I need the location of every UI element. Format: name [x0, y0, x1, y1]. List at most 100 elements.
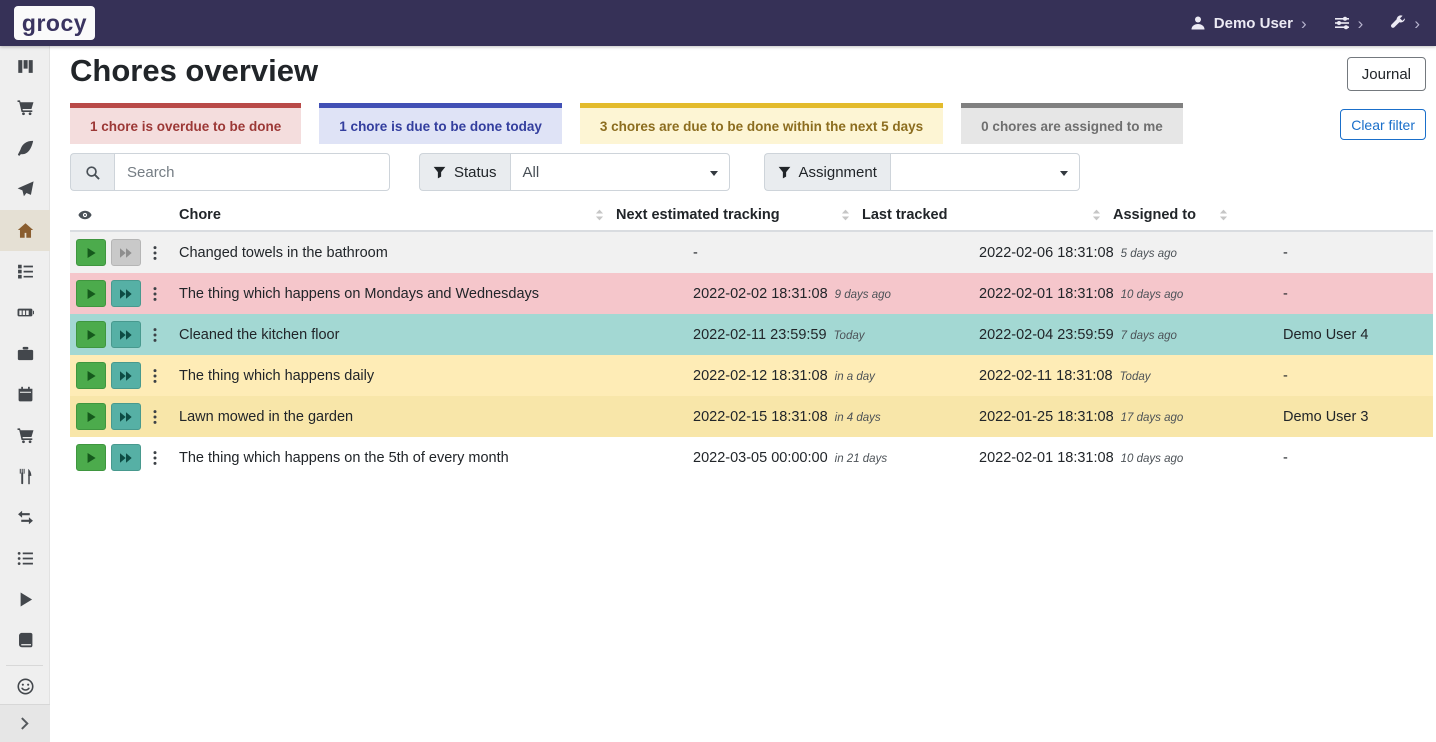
chore-name: Lawn mowed in the garden: [179, 409, 693, 425]
sidebar: [0, 46, 50, 742]
chore-menu-button[interactable]: [146, 321, 164, 348]
skip-button[interactable]: [111, 403, 141, 430]
chore-menu-button[interactable]: [146, 239, 164, 266]
last-tracked-cell: 2022-02-06 18:31:085 days ago: [979, 245, 1283, 261]
ellipsis-vertical-icon: [153, 368, 157, 384]
battery-icon: [17, 304, 34, 321]
filter-bar: Status All Assignment: [70, 153, 1080, 191]
search-group: [70, 153, 390, 191]
skip-button[interactable]: [111, 444, 141, 471]
sidebar-item-transfer[interactable]: [0, 497, 50, 538]
chore-menu-button[interactable]: [146, 444, 164, 471]
sidebar-item-meal-plan[interactable]: [0, 169, 50, 210]
clear-filter-button[interactable]: Clear filter: [1340, 109, 1426, 140]
sidebar-item-consume[interactable]: [0, 456, 50, 497]
sidebar-item-batteries[interactable]: [0, 292, 50, 333]
next-tracking-cell: 2022-02-02 18:31:089 days ago: [693, 286, 979, 302]
row-controls: [70, 362, 179, 389]
search-input[interactable]: [114, 153, 390, 191]
assigned-to-value: -: [1283, 245, 1433, 261]
book-icon: [17, 632, 34, 649]
sidebar-item-inventory[interactable]: [0, 538, 50, 579]
next-tracking-relative: in a day: [835, 371, 875, 383]
next-tracking-relative: 9 days ago: [835, 289, 891, 301]
track-execution-button[interactable]: [76, 444, 106, 471]
sort-icon: [1092, 209, 1101, 222]
assigned-to-value: -: [1283, 368, 1433, 384]
skip-button[interactable]: [111, 321, 141, 348]
sliders-icon: [1334, 15, 1350, 31]
paper-plane-icon: [17, 181, 34, 198]
settings-menu[interactable]: ›: [1334, 15, 1364, 32]
banner-due-soon[interactable]: 3 chores are due to be done within the n…: [580, 103, 943, 144]
assignment-filter-group: Assignment: [764, 153, 1080, 191]
chore-name: Changed towels in the bathroom: [179, 245, 693, 261]
last-tracked-value: 2022-02-04 23:59:59: [979, 327, 1114, 343]
list-icon: [17, 550, 34, 567]
status-filter-label: Status: [419, 153, 510, 191]
sidebar-collapse-toggle[interactable]: [0, 704, 50, 742]
skip-button[interactable]: [111, 239, 141, 266]
admin-menu[interactable]: ›: [1390, 15, 1420, 32]
play-icon: [85, 288, 97, 300]
ellipsis-vertical-icon: [153, 409, 157, 425]
next-tracking-value: -: [693, 245, 698, 261]
track-execution-button[interactable]: [76, 280, 106, 307]
sidebar-item-recipes[interactable]: [0, 128, 50, 169]
col-header-assigned-to[interactable]: Assigned to: [1113, 207, 1240, 223]
banner-overdue[interactable]: 1 chore is overdue to be done: [70, 103, 301, 144]
col-header-next-label: Next estimated tracking: [616, 207, 780, 223]
assignment-select[interactable]: [890, 153, 1080, 191]
skip-button[interactable]: [111, 362, 141, 389]
sidebar-item-tasks[interactable]: [0, 251, 50, 292]
play-icon: [85, 370, 97, 382]
col-header-last-tracked[interactable]: Last tracked: [862, 207, 1113, 223]
banner-due-today[interactable]: 1 chore is due to be done today: [319, 103, 562, 144]
search-icon: [85, 165, 100, 180]
track-execution-button[interactable]: [76, 403, 106, 430]
track-execution-button[interactable]: [76, 321, 106, 348]
track-execution-button[interactable]: [76, 362, 106, 389]
col-header-last-label: Last tracked: [862, 207, 947, 223]
page-title: Chores overview: [70, 53, 318, 89]
sidebar-item-chore-tracking[interactable]: [0, 579, 50, 620]
chore-menu-button[interactable]: [146, 280, 164, 307]
next-tracking-cell: 2022-03-05 00:00:00in 21 days: [693, 450, 979, 466]
status-select[interactable]: All: [510, 153, 730, 191]
sidebar-item-user-settings[interactable]: [0, 666, 50, 707]
skip-button[interactable]: [111, 280, 141, 307]
utensils-icon: [17, 468, 34, 485]
grocy-logo[interactable]: grocy: [14, 6, 95, 40]
user-menu[interactable]: Demo User ›: [1190, 15, 1307, 32]
fast-forward-icon: [119, 370, 133, 382]
col-header-assigned-label: Assigned to: [1113, 207, 1196, 223]
chevron-right-icon: ›: [1301, 15, 1307, 32]
chore-menu-button[interactable]: [146, 403, 164, 430]
chore-menu-button[interactable]: [146, 362, 164, 389]
column-visibility-header[interactable]: [70, 208, 179, 222]
sidebar-item-battery-tracking[interactable]: [0, 620, 50, 661]
search-addon: [70, 153, 114, 191]
journal-button[interactable]: Journal: [1347, 57, 1426, 91]
fast-forward-icon: [119, 329, 133, 341]
sidebar-item-calendar[interactable]: [0, 374, 50, 415]
col-header-next-tracking[interactable]: Next estimated tracking: [616, 207, 862, 223]
fast-forward-icon: [119, 452, 133, 464]
sidebar-item-shopping-list[interactable]: [0, 87, 50, 128]
play-icon: [85, 411, 97, 423]
caret-down-icon: [710, 171, 718, 176]
track-execution-button[interactable]: [76, 239, 106, 266]
sidebar-item-stock-overview[interactable]: [0, 46, 50, 87]
next-tracking-value: 2022-02-15 18:31:08: [693, 409, 828, 425]
ellipsis-vertical-icon: [153, 327, 157, 343]
sidebar-item-purchase[interactable]: [0, 415, 50, 456]
sidebar-item-chores-overview[interactable]: [0, 210, 50, 251]
banner-assigned-to-me[interactable]: 0 chores are assigned to me: [961, 103, 1183, 144]
col-header-chore[interactable]: Chore: [179, 207, 616, 223]
ellipsis-vertical-icon: [153, 245, 157, 261]
shopping-cart-icon: [17, 99, 34, 116]
next-tracking-cell: 2022-02-11 23:59:59Today: [693, 327, 979, 343]
assigned-to-value: Demo User 3: [1283, 409, 1433, 425]
sidebar-item-equipment[interactable]: [0, 333, 50, 374]
chevron-right-icon: [17, 715, 34, 732]
